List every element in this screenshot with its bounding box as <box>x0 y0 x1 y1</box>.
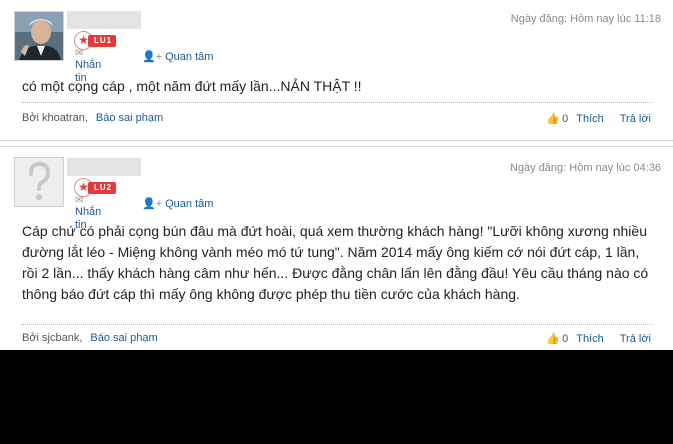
like-link[interactable]: Thích <box>576 113 604 125</box>
user-avatar[interactable] <box>14 157 64 207</box>
author-label: Bởi khoatran, <box>22 112 88 124</box>
like-count: 0 <box>562 333 569 345</box>
reply-link[interactable]: Trả lời <box>620 113 651 125</box>
username-redacted <box>67 158 141 176</box>
level-label: LU1 <box>88 35 117 47</box>
username-redacted <box>67 11 141 29</box>
thumbs-up-icon: 👍 <box>546 113 561 125</box>
level-label: LU2 <box>88 182 117 194</box>
post-footer-left: Bởi khoatran, Báo sai phạm <box>22 112 163 124</box>
post-date: Ngày đăng: Hôm nay lúc 11:18 <box>510 13 661 25</box>
post-content: có một cọng cáp , một năm đứt mấy lần...… <box>22 78 362 94</box>
report-link[interactable]: Báo sai phạm <box>96 112 163 124</box>
post-footer-right: 👍 0 Thích Trả lời <box>546 112 651 125</box>
follow-label: Quan tâm <box>165 198 214 210</box>
post-content: Cáp chứ có phải cọng bún đâu mà đứt hoài… <box>22 223 649 302</box>
reply-link[interactable]: Trả lời <box>620 333 651 345</box>
post-footer-right: 👍 0 Thích Trả lời <box>546 332 651 345</box>
like-link[interactable]: Thích <box>576 333 604 345</box>
avatar-photo-icon <box>15 12 63 60</box>
user-plus-icon: 👤+ <box>142 198 163 210</box>
envelope-icon: ✉ <box>75 48 84 59</box>
divider <box>22 102 652 103</box>
user-avatar[interactable] <box>14 11 64 61</box>
comment-post: ★ LU2 ✉ Nhắn tin 👤+ Quan tâm Ngày đăng: H… <box>0 146 673 350</box>
level-badge: ★ LU2 <box>74 178 122 197</box>
divider <box>22 324 652 325</box>
like-count: 0 <box>562 113 569 125</box>
follow-label: Quan tâm <box>165 51 214 63</box>
question-mark-icon <box>29 161 51 200</box>
follow-button[interactable]: 👤+ Quan tâm <box>142 50 213 64</box>
post-date: Ngày đăng: Hôm nay lúc 04:36 <box>509 162 661 174</box>
envelope-icon: ✉ <box>75 195 84 206</box>
comments-panel: ★ LU1 ✉ Nhắn tin 👤+ Quan tâm Ngày đăng: H… <box>0 0 673 350</box>
report-link[interactable]: Báo sai phạm <box>90 332 157 344</box>
user-plus-icon: 👤+ <box>142 51 163 63</box>
level-badge: ★ LU1 <box>74 31 122 50</box>
follow-button[interactable]: 👤+ Quan tâm <box>142 197 213 211</box>
thumbs-up-icon: 👍 <box>546 333 561 345</box>
comment-post: ★ LU1 ✉ Nhắn tin 👤+ Quan tâm Ngày đăng: H… <box>0 0 673 141</box>
author-label: Bởi sjcbank, <box>22 332 83 344</box>
post-footer-left: Bởi sjcbank, Báo sai phạm <box>22 332 158 344</box>
